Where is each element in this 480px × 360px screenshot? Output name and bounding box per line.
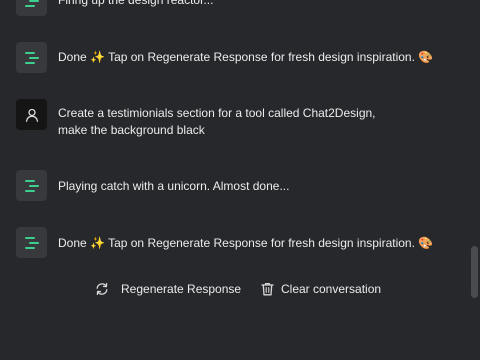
chat-thread: Firing up the design reactor... Done ✨ T… [0,0,468,360]
message-text: Create a testimionials section for a too… [58,106,379,137]
bot-avatar [16,170,47,201]
clear-conversation-button[interactable]: Clear conversation [261,279,381,299]
bot-avatar [16,0,47,16]
bot-lines-icon [24,51,39,64]
bot-lines-icon [24,236,39,249]
message-text: Done ✨ Tap on Regenerate Response for fr… [58,236,434,250]
chat-message-bot: Done ✨ Tap on Regenerate Response for fr… [0,42,468,73]
scrollbar[interactable] [468,0,480,360]
bot-avatar [16,227,47,258]
scrollbar-thumb[interactable] [471,246,478,298]
message-text: Firing up the design reactor... [58,0,214,7]
user-avatar [16,99,47,130]
message-text: Done ✨ Tap on Regenerate Response for fr… [58,50,434,64]
chat-message-bot: Firing up the design reactor... [0,0,468,16]
user-icon [25,108,38,122]
bot-lines-icon [24,0,39,7]
clear-conversation-label: Clear conversation [281,282,382,296]
regenerate-response-label: Regenerate Response [121,282,242,296]
trash-icon [261,283,274,296]
message-text: Playing catch with a unicorn. Almost don… [58,179,290,193]
refresh-icon [96,282,108,296]
chat-message-bot: Done ✨ Tap on Regenerate Response for fr… [0,227,468,258]
bot-avatar [16,42,47,73]
regenerate-response-button[interactable]: Regenerate Response [95,279,241,299]
chat-message-user: Create a testimionials section for a too… [0,99,468,139]
chat-message-bot: Playing catch with a unicorn. Almost don… [0,170,468,201]
conversation-actions: Regenerate Response Clear conversation [0,279,468,299]
bot-lines-icon [24,179,39,192]
